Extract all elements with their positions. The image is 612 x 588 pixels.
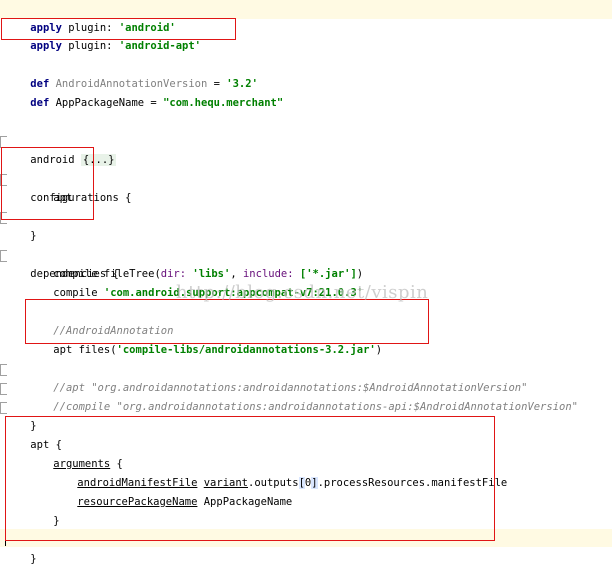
apt-block-close: } (30, 553, 37, 565)
plugin-label: plugin: (61, 40, 119, 52)
appcompat-dependency: 'com.android.support:appcompat-v7:21.0.3… (103, 287, 364, 299)
highlight-box-configurations (1, 147, 94, 220)
commented-compile-dependency: //compile "org.androidannotations:androi… (53, 401, 578, 413)
highlight-box-apply-apt (1, 18, 236, 40)
code-line-commented-compile: //compile "org.androidannotations:androi… (0, 360, 612, 413)
plugin-android-apt-value: 'android-apt' (118, 40, 201, 52)
compile-keyword: compile (53, 287, 104, 299)
var-app-package-name: AppPackageName (49, 97, 145, 109)
code-line-def-version: def AndroidAnnotationVersion = '3.2' (0, 56, 612, 90)
code-line-compile-appcompat: compile 'com.android.support:appcompat-v… (0, 265, 612, 299)
code-line-dependencies-close: } (0, 379, 612, 432)
code-line-def-package: def AppPackageName = "com.hequ.merchant" (0, 75, 612, 109)
package-value: "com.hequ.merchant" (163, 97, 284, 109)
code-line-compile-filetree: compile fileTree(dir: 'libs', include: [… (0, 246, 612, 280)
code-line-apply-android: apply plugin: 'android' (0, 0, 612, 34)
keyword-def: def (30, 97, 50, 109)
highlight-box-apt-block (5, 416, 495, 541)
assign-operator: = (144, 97, 164, 109)
fold-marker-icon[interactable] (0, 402, 7, 414)
code-editor[interactable]: apply plugin: 'android' apply plugin: 'a… (0, 0, 612, 565)
code-line-android-block: android {...} (0, 113, 612, 166)
keyword-apply: apply (30, 40, 62, 52)
highlight-box-apt-files (25, 299, 429, 344)
code-line-dependencies-open: dependencies { (0, 227, 612, 280)
